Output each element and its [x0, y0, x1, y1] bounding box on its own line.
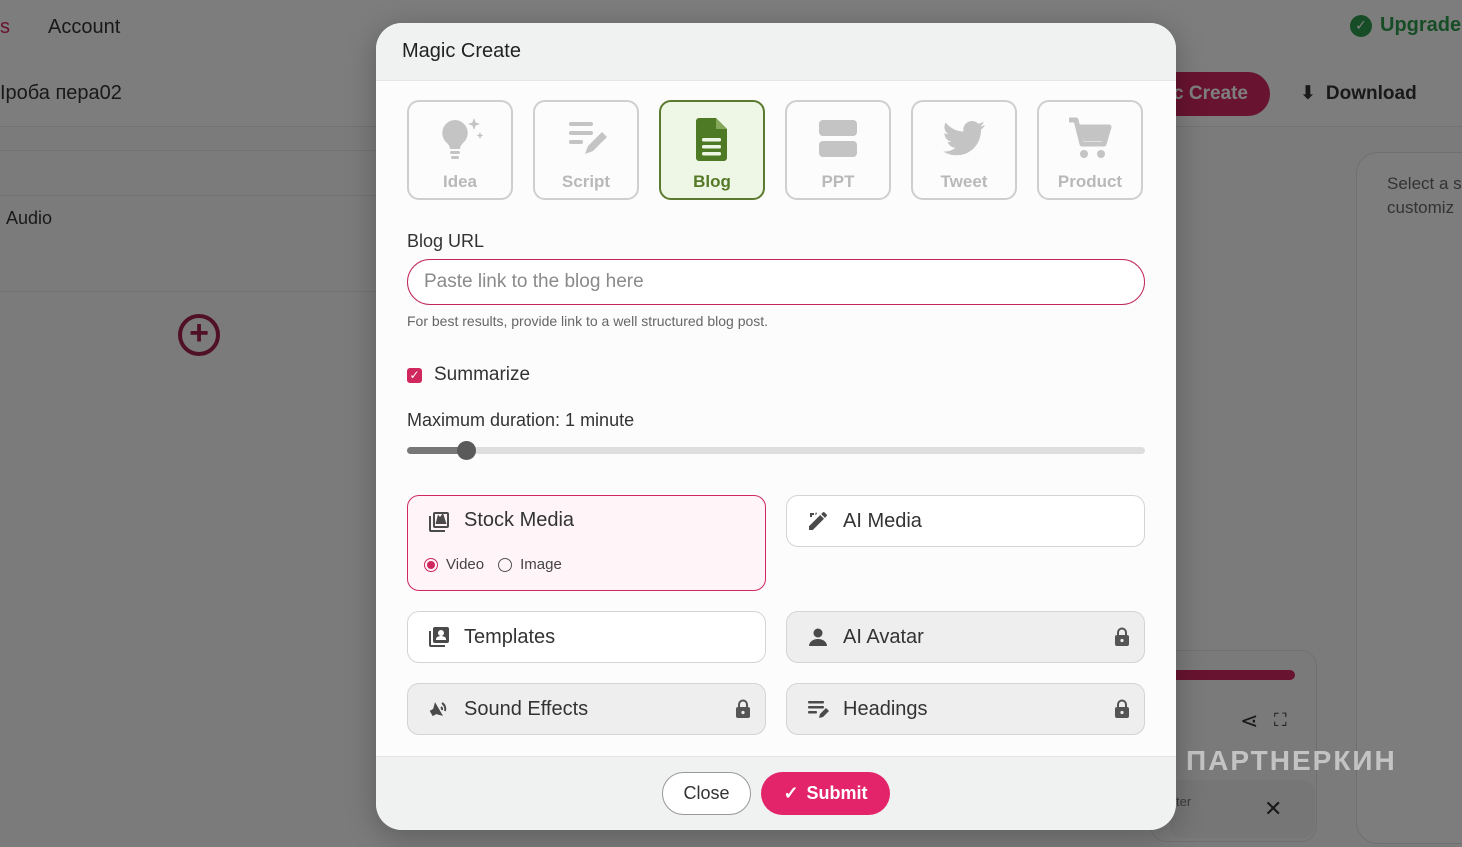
mode-blog-label: Blog: [693, 172, 731, 191]
watermark-text: ПАРТНЕРКИН: [1186, 745, 1397, 776]
option-stock-media-label: Stock Media: [464, 509, 575, 531]
mode-script-label: Script: [561, 172, 611, 191]
option-headings-label: Headings: [843, 697, 928, 720]
option-sound-effects-label: Sound Effects: [464, 697, 589, 720]
twitter-bird-icon: [943, 120, 985, 156]
option-sound-effects[interactable]: Sound Effects: [407, 683, 766, 735]
option-ai-avatar-label: AI Avatar: [843, 625, 924, 648]
blog-url-hint: For best results, provide link to a well…: [407, 313, 769, 329]
radio-video-label[interactable]: Video: [446, 556, 484, 573]
duration-slider-thumb[interactable]: [457, 441, 477, 460]
mode-tweet[interactable]: Tweet: [911, 100, 1017, 200]
option-ai-avatar[interactable]: AI Avatar: [786, 611, 1145, 663]
lock-icon: [736, 699, 750, 718]
mode-idea[interactable]: Idea: [407, 100, 513, 200]
radio-image[interactable]: [498, 557, 513, 572]
option-ai-media[interactable]: AI Media: [786, 495, 1145, 547]
mode-product[interactable]: Product: [1037, 100, 1143, 200]
photo-library-icon: [426, 509, 452, 535]
mode-script[interactable]: Script: [533, 100, 639, 200]
mode-selector: Idea Script Blog PPT Tweet Product: [407, 100, 1143, 200]
option-headings[interactable]: Headings: [786, 683, 1145, 735]
summarize-checkbox[interactable]: ✓ Summarize: [407, 364, 530, 386]
checkmark-icon: ✓: [783, 783, 799, 803]
option-ai-media-label: AI Media: [843, 509, 922, 532]
magic-create-dialog: Magic Create Idea Script Blog PPT Tweet …: [376, 23, 1176, 830]
checkbox-checked-icon[interactable]: ✓: [407, 367, 422, 383]
ai-media-pen-icon: [805, 508, 831, 534]
blog-url-input[interactable]: [407, 259, 1145, 305]
mode-ppt[interactable]: PPT: [785, 100, 891, 200]
speaker-icon: [426, 696, 452, 722]
media-type-radios: Video Image: [424, 556, 562, 573]
lightbulb-icon: [442, 118, 484, 159]
ppt-icon: [819, 120, 857, 157]
radio-image-label[interactable]: Image: [520, 556, 562, 573]
blog-url-label: Blog URL: [407, 231, 485, 251]
shopping-cart-icon: [1069, 117, 1112, 158]
lock-icon: [1115, 699, 1129, 718]
dialog-footer: Close ✓ Submit: [376, 756, 1176, 830]
person-icon: [805, 624, 831, 650]
mode-blog[interactable]: Blog: [659, 100, 765, 200]
mode-idea-label: Idea: [442, 172, 478, 191]
radio-video[interactable]: [424, 557, 438, 572]
templates-icon: [426, 624, 452, 650]
close-button[interactable]: Close: [662, 772, 751, 815]
mode-product-label: Product: [1057, 172, 1123, 191]
option-stock-media[interactable]: Stock Media Video Image: [407, 495, 766, 591]
script-icon: [569, 122, 607, 154]
duration-label: Maximum duration: 1 minute: [407, 410, 635, 430]
option-templates[interactable]: Templates: [407, 611, 766, 663]
option-templates-label: Templates: [464, 625, 556, 648]
mode-ppt-label: PPT: [821, 172, 855, 191]
dialog-header: Magic Create: [376, 23, 1176, 81]
duration-slider[interactable]: [407, 441, 1145, 460]
headings-icon: [805, 696, 831, 722]
mode-tweet-label: Tweet: [940, 172, 988, 191]
summarize-label: Summarize: [434, 364, 531, 385]
lock-icon: [1115, 627, 1129, 646]
submit-label: Submit: [806, 783, 868, 803]
dialog-title: Magic Create: [402, 40, 521, 62]
blog-document-icon: [696, 118, 727, 161]
submit-button[interactable]: ✓ Submit: [761, 772, 890, 815]
